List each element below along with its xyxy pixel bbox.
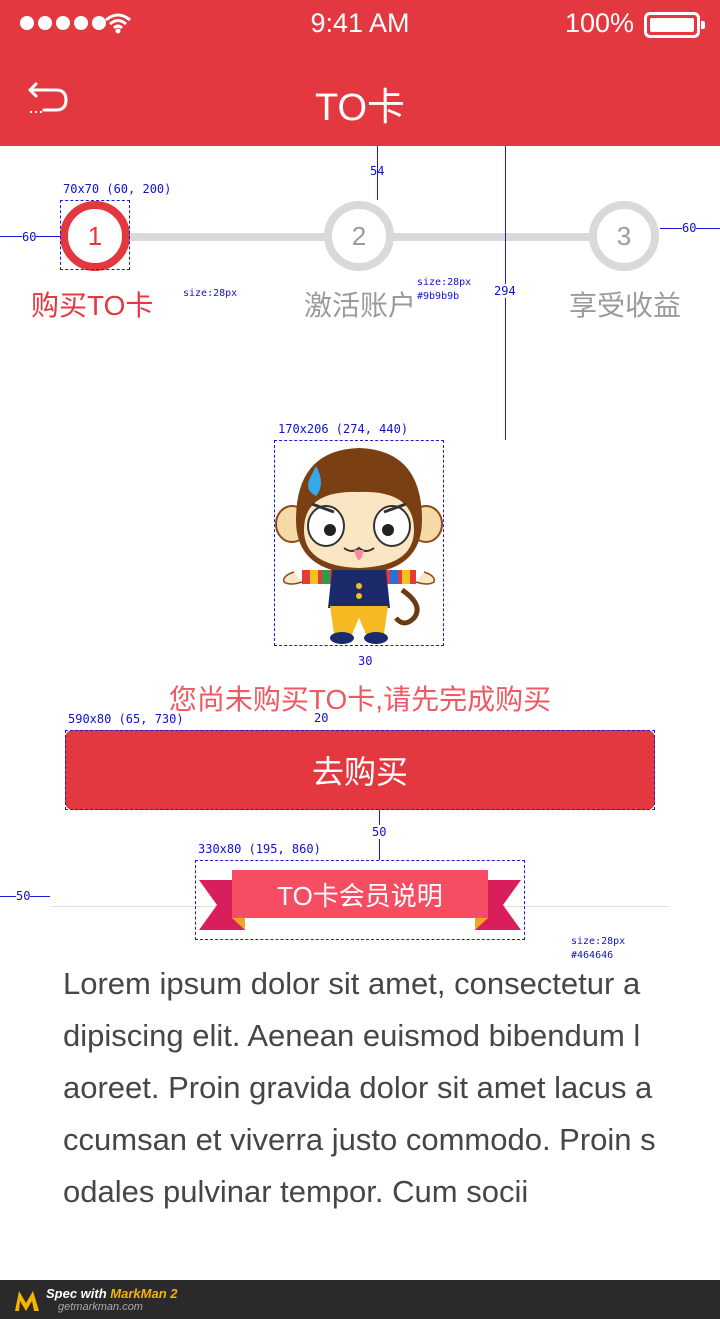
spec-vertical-gap: 294	[494, 284, 516, 298]
spec-ribbon-box-label: 330x80 (195, 860)	[198, 842, 321, 856]
spec-step2-label-size: size:28px	[417, 277, 472, 288]
spec-divider-gap: 50	[16, 889, 31, 903]
spec-right-gap: 60	[682, 221, 697, 235]
spec-msg-gap: 20	[314, 711, 329, 725]
step-2-number: 2	[351, 220, 367, 251]
spec-box-button	[65, 730, 655, 810]
markman-spec-text: Spec with MarkMan 2	[46, 1286, 178, 1301]
markman-footer: Spec with MarkMan 2 getmarkman.com	[0, 1280, 720, 1319]
battery-percentage: 100%	[564, 8, 634, 38]
page-title: TO卡	[314, 87, 406, 129]
spec-left-gap: 60	[22, 230, 37, 244]
member-info-text: Lorem ipsum dolor sit amet, consectetur …	[63, 966, 656, 1209]
spec-mascot-gap: 30	[358, 654, 373, 668]
spec-step-label-size: size:28px	[183, 288, 238, 299]
step-2-circle: 2	[324, 201, 394, 271]
spec-mascot-box-label: 170x206 (274, 440)	[278, 422, 409, 436]
step-3-circle: 3	[589, 201, 659, 271]
spec-box-ribbon	[195, 860, 525, 940]
spec-text-size: size:28px	[571, 936, 626, 947]
markman-logo-icon	[15, 1291, 39, 1311]
spec-top-gap: 54	[370, 164, 385, 178]
spec-text-color: #464646	[571, 950, 614, 961]
step-2-label: 激活账户	[304, 290, 417, 321]
spec-box-step	[60, 200, 130, 270]
step-3-label: 享受收益	[569, 290, 682, 321]
spec-button-gap: 50	[372, 825, 387, 839]
status-bar: 9:41 AM 100%	[0, 0, 720, 48]
step-3-number: 3	[616, 220, 632, 251]
app-header: 9:41 AM 100% TO卡	[0, 0, 720, 146]
step-1-label: 购买TO卡	[31, 290, 154, 321]
spec-box-mascot	[274, 440, 444, 646]
markman-site: getmarkman.com	[58, 1301, 143, 1313]
spec-step-box-label: 70x70 (60, 200)	[63, 182, 172, 196]
spec-step-label-color: #9b9b9b	[417, 291, 460, 302]
spec-button-box-label: 590x80 (65, 730)	[68, 712, 184, 726]
battery-icon	[644, 12, 705, 38]
